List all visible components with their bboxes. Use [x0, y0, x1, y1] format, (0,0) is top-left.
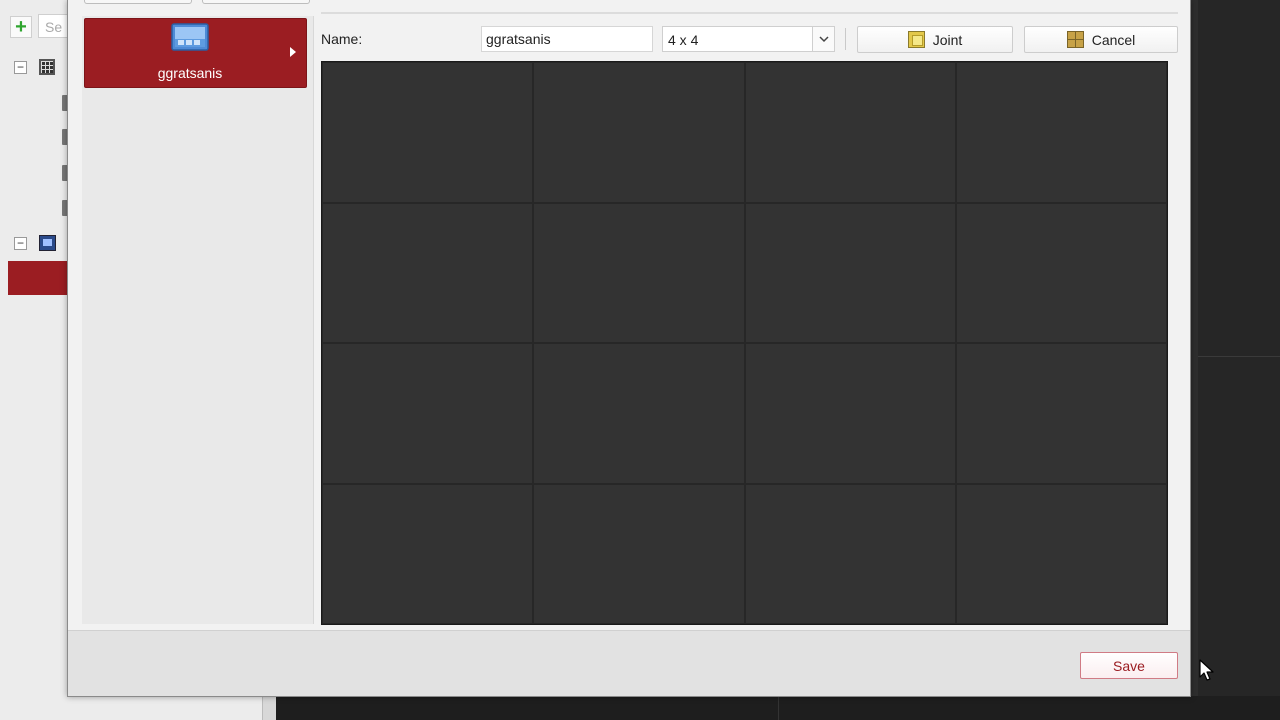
grid-cell[interactable]	[955, 62, 1167, 203]
layout-item-label: ggratsanis	[157, 65, 223, 81]
cancel-button-label: Cancel	[1091, 31, 1136, 48]
grid-view-icon	[39, 59, 55, 75]
grid-cell[interactable]	[533, 62, 745, 203]
grid-cell[interactable]	[533, 343, 745, 484]
grid-cell[interactable]	[322, 202, 534, 343]
grid-cell[interactable]	[322, 343, 534, 484]
chevron-down-icon[interactable]	[812, 27, 834, 51]
grid-cell[interactable]	[955, 202, 1167, 343]
joint-icon	[907, 31, 925, 48]
name-label: Name:	[321, 31, 363, 47]
grid-cell[interactable]	[744, 343, 956, 484]
collapse-icon[interactable]: −	[14, 61, 27, 74]
layout-list-panel: ggratsanis	[82, 16, 314, 624]
split-grid-icon	[1066, 31, 1084, 48]
toolbar-separator	[845, 28, 846, 50]
add-icon[interactable]: +	[10, 16, 32, 38]
background-divider	[1198, 356, 1280, 357]
layout-editor-dialog: ggratsanis Name: 4 x 4 Joint Cancel Save	[67, 0, 1214, 697]
grid-cell[interactable]	[955, 483, 1167, 624]
status-bar-separator	[778, 696, 779, 720]
background-status-bar	[276, 696, 1280, 720]
monitor-icon	[39, 235, 56, 251]
layout-name-input[interactable]	[481, 26, 653, 52]
grid-cell[interactable]	[533, 483, 745, 624]
monitor-layout-icon	[171, 23, 209, 51]
selected-tree-row[interactable]	[8, 261, 68, 295]
layout-item-ggratsanis[interactable]: ggratsanis	[84, 18, 307, 88]
grid-cell[interactable]	[744, 62, 956, 203]
layout-grid-preview[interactable]	[321, 61, 1168, 625]
save-button-label: Save	[1113, 657, 1145, 674]
grid-size-value: 4 x 4	[668, 32, 699, 48]
grid-size-select[interactable]: 4 x 4	[662, 26, 835, 52]
cancel-button[interactable]: Cancel	[1024, 26, 1178, 53]
expand-arrow-icon[interactable]	[290, 47, 296, 57]
mouse-cursor-icon	[1199, 659, 1214, 681]
grid-cell[interactable]	[744, 483, 956, 624]
top-tab[interactable]	[84, 0, 192, 4]
collapse-icon[interactable]: −	[14, 237, 27, 250]
top-tab[interactable]	[202, 0, 310, 4]
toolbar-divider	[321, 12, 1178, 14]
grid-cell[interactable]	[533, 202, 745, 343]
joint-button[interactable]: Joint	[857, 26, 1013, 53]
dialog-footer	[68, 630, 1190, 696]
joint-button-label: Joint	[932, 31, 963, 48]
save-button[interactable]: Save	[1080, 652, 1178, 679]
grid-cell[interactable]	[322, 62, 534, 203]
grid-cell[interactable]	[955, 343, 1167, 484]
dialog-body: ggratsanis Name: 4 x 4 Joint Cancel	[68, 0, 1190, 630]
grid-cell[interactable]	[744, 202, 956, 343]
grid-cell[interactable]	[322, 483, 534, 624]
